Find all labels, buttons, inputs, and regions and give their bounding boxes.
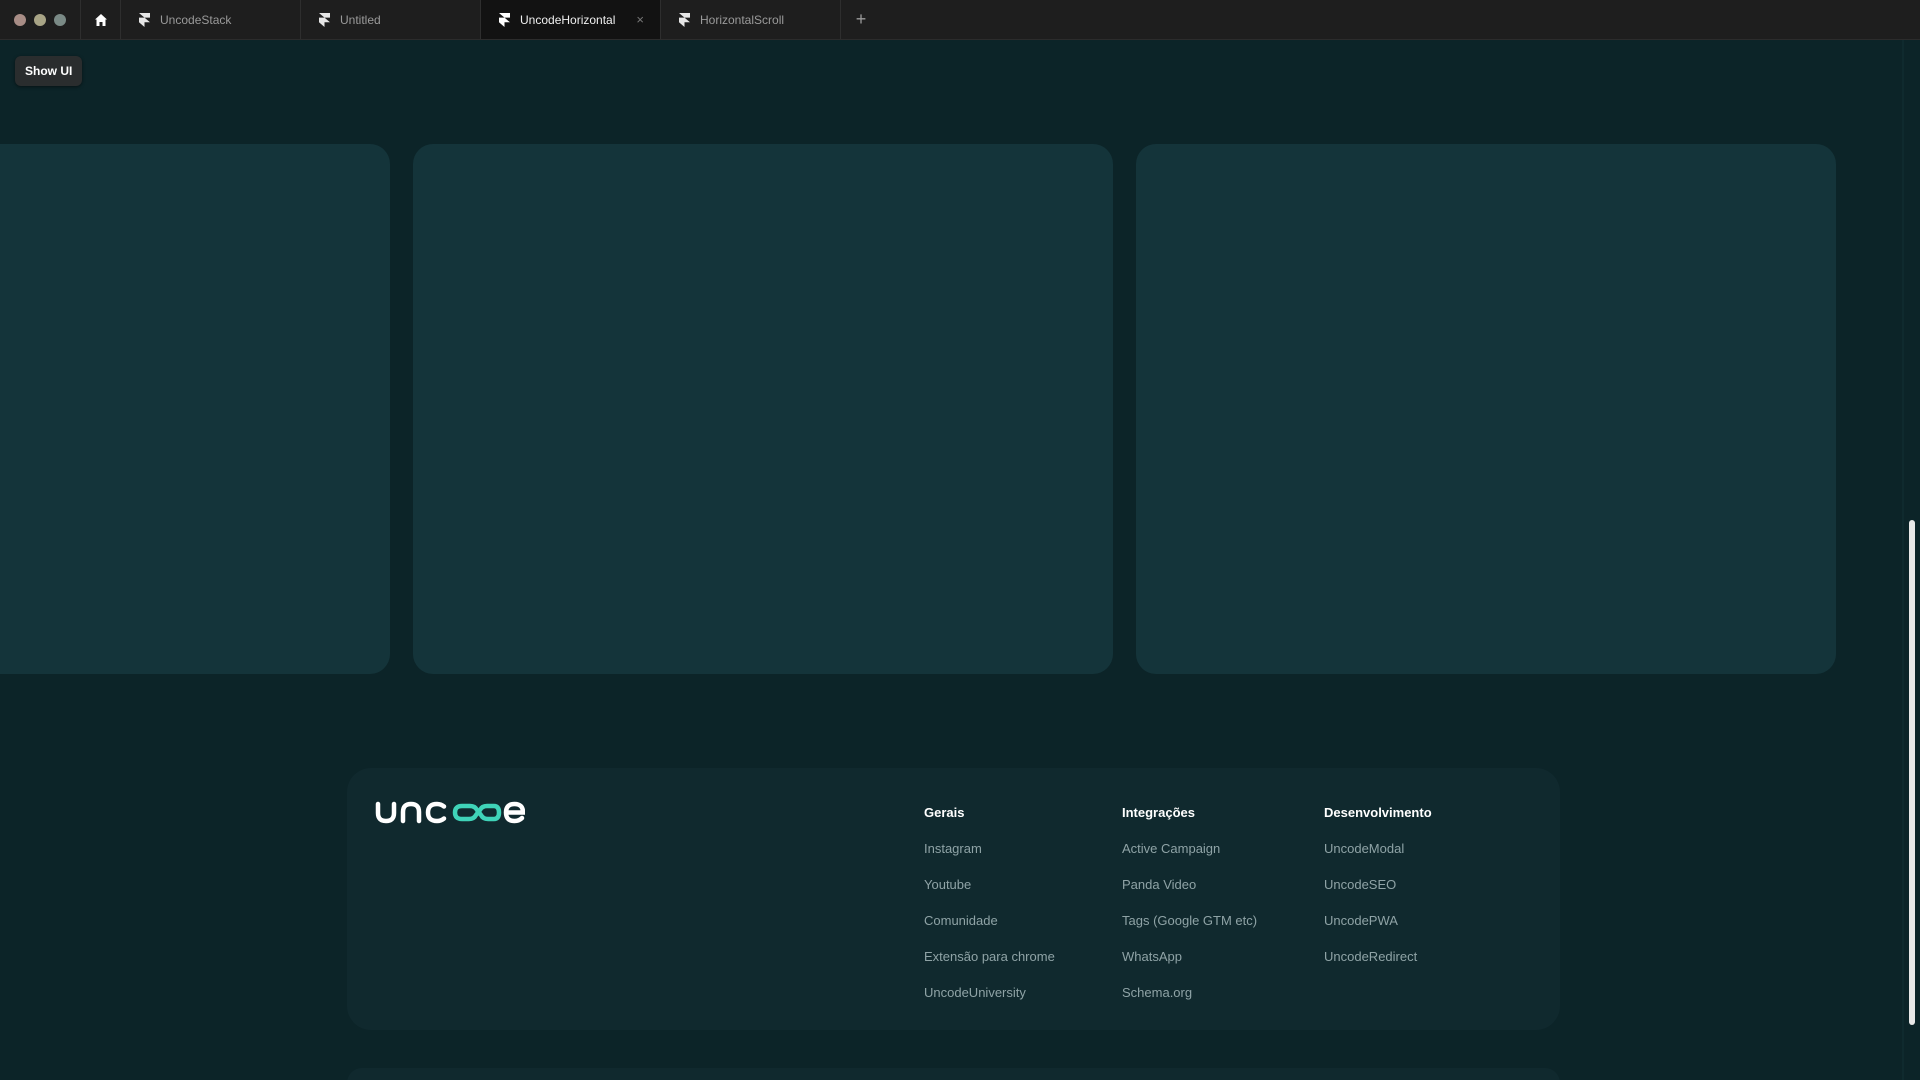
- footer-link-uncodeuniversity[interactable]: UncodeUniversity: [924, 986, 1055, 1022]
- tab-label: UncodeStack: [160, 12, 232, 27]
- footer-link-schema-org[interactable]: Schema.org: [1122, 986, 1257, 1022]
- footer-column-title: Desenvolvimento: [1324, 805, 1432, 820]
- footer-column-title: Integrações: [1122, 805, 1195, 820]
- framer-icon: [499, 12, 510, 27]
- tab-label: Untitled: [340, 12, 381, 27]
- footer-link-extensao-chrome[interactable]: Extensão para chrome: [924, 950, 1055, 986]
- home-button[interactable]: [81, 0, 121, 39]
- footer-link-youtube[interactable]: Youtube: [924, 878, 1055, 914]
- tab-uncodehorizontal[interactable]: UncodeHorizontal ×: [481, 0, 661, 39]
- footer-link-uncodemodal[interactable]: UncodeModal: [1324, 842, 1432, 878]
- tab-uncodestack[interactable]: UncodeStack: [121, 0, 301, 39]
- tab-label: HorizontalScroll: [700, 12, 785, 27]
- footer-link-panda-video[interactable]: Panda Video: [1122, 878, 1257, 914]
- footer-link-instagram[interactable]: Instagram: [924, 842, 1055, 878]
- new-tab-button[interactable]: +: [841, 0, 881, 39]
- show-ui-button[interactable]: Show UI: [15, 56, 83, 86]
- tab-untitled[interactable]: Untitled: [301, 0, 481, 39]
- footer-bottom-bar: [347, 1068, 1560, 1080]
- footer-column-gerais: Gerais Instagram Youtube Comunidade Exte…: [924, 805, 1055, 1022]
- footer-column-title: Gerais: [924, 805, 965, 820]
- scrollbar-thumb[interactable]: [1909, 520, 1915, 1025]
- tab-bar: UncodeStack Untitled UncodeHorizontal × …: [0, 0, 1920, 40]
- maximize-window-button[interactable]: [54, 13, 66, 26]
- footer-link-uncodeseo[interactable]: UncodeSEO: [1324, 878, 1432, 914]
- home-icon: [94, 13, 107, 26]
- footer-link-active-campaign[interactable]: Active Campaign: [1122, 842, 1257, 878]
- footer-column-desenvolvimento: Desenvolvimento UncodeModal UncodeSEO Un…: [1324, 805, 1432, 986]
- minimize-window-button[interactable]: [34, 13, 46, 26]
- uncode-logo-image: [375, 801, 526, 824]
- scroll-card: [413, 144, 1113, 674]
- framer-icon: [139, 12, 150, 27]
- uncode-logo[interactable]: [375, 794, 526, 833]
- close-tab-icon[interactable]: ×: [636, 12, 644, 27]
- window-controls: [0, 0, 81, 39]
- tab-label: UncodeHorizontal: [520, 12, 616, 27]
- framer-icon: [679, 12, 690, 27]
- footer-link-whatsapp[interactable]: WhatsApp: [1122, 950, 1257, 986]
- close-window-button[interactable]: [14, 13, 26, 26]
- footer-link-comunidade[interactable]: Comunidade: [924, 914, 1055, 950]
- footer: Gerais Instagram Youtube Comunidade Exte…: [347, 768, 1560, 1030]
- footer-link-uncoderedirect[interactable]: UncodeRedirect: [1324, 950, 1432, 986]
- footer-link-uncodepwa[interactable]: UncodePWA: [1324, 914, 1432, 950]
- framer-icon: [319, 12, 330, 27]
- footer-link-tags[interactable]: Tags (Google GTM etc): [1122, 914, 1257, 950]
- tab-horizontalscroll[interactable]: HorizontalScroll: [661, 0, 841, 39]
- scroll-card: [1136, 144, 1836, 674]
- footer-column-integracoes: Integrações Active Campaign Panda Video …: [1122, 805, 1257, 1022]
- scroll-card: [0, 144, 390, 674]
